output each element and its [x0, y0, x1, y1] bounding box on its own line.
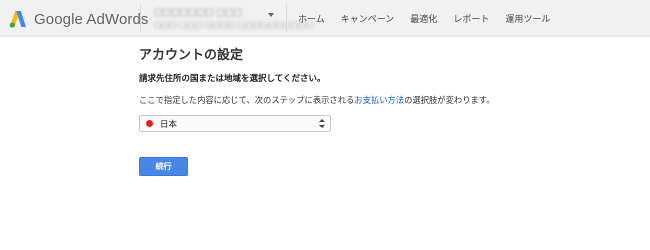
select-arrows-icon: [319, 119, 325, 129]
account-name: □□□□□□□ □□□: [154, 8, 242, 18]
account-setup-form: アカウントの設定 請求先住所の国または地域を選択してください。 ここで指定した内…: [139, 47, 559, 176]
nav-tools[interactable]: 運用ツール: [497, 12, 558, 25]
main-nav: ホーム キャンペーン 最適化 レポート 運用ツール: [290, 0, 558, 36]
nav-home[interactable]: ホーム: [290, 12, 333, 25]
payment-method-link[interactable]: お支払い方法: [354, 95, 404, 105]
nav-reports[interactable]: レポート: [445, 12, 497, 25]
country-select[interactable]: 日本: [139, 115, 331, 132]
top-bar: Google AdWords □□□□□□□ □□□ □□□-□□□-□□□□ …: [0, 0, 650, 37]
country-prompt: 請求先住所の国または地域を選択してください。: [139, 74, 326, 84]
caret-down-icon: [268, 13, 274, 17]
country-select-value: 日本: [160, 120, 178, 130]
header-divider: [140, 4, 141, 32]
brand-name: Google AdWords: [34, 10, 149, 28]
description-text: ここで指定した内容に応じて、次のステップに表示されるお支払い方法の選択肢が変わり…: [139, 94, 495, 106]
adwords-logo-icon: [9, 11, 26, 28]
description-before: ここで指定した内容に応じて、次のステップに表示される: [139, 95, 355, 105]
nav-campaigns[interactable]: キャンペーン: [333, 12, 403, 25]
description-after: の選択肢が変わります。: [404, 95, 495, 105]
page-title: アカウントの設定: [139, 48, 244, 63]
continue-button[interactable]: 続行: [139, 157, 188, 176]
nav-optimization[interactable]: 最適化: [402, 12, 445, 25]
japan-flag-icon: [146, 120, 153, 127]
adwords-logo[interactable]: Google AdWords: [8, 8, 149, 30]
header-divider: [286, 4, 287, 32]
account-selector[interactable]: □□□□□□□ □□□ □□□-□□□-□□□□ □□□□□□□□□□: [146, 5, 314, 31]
